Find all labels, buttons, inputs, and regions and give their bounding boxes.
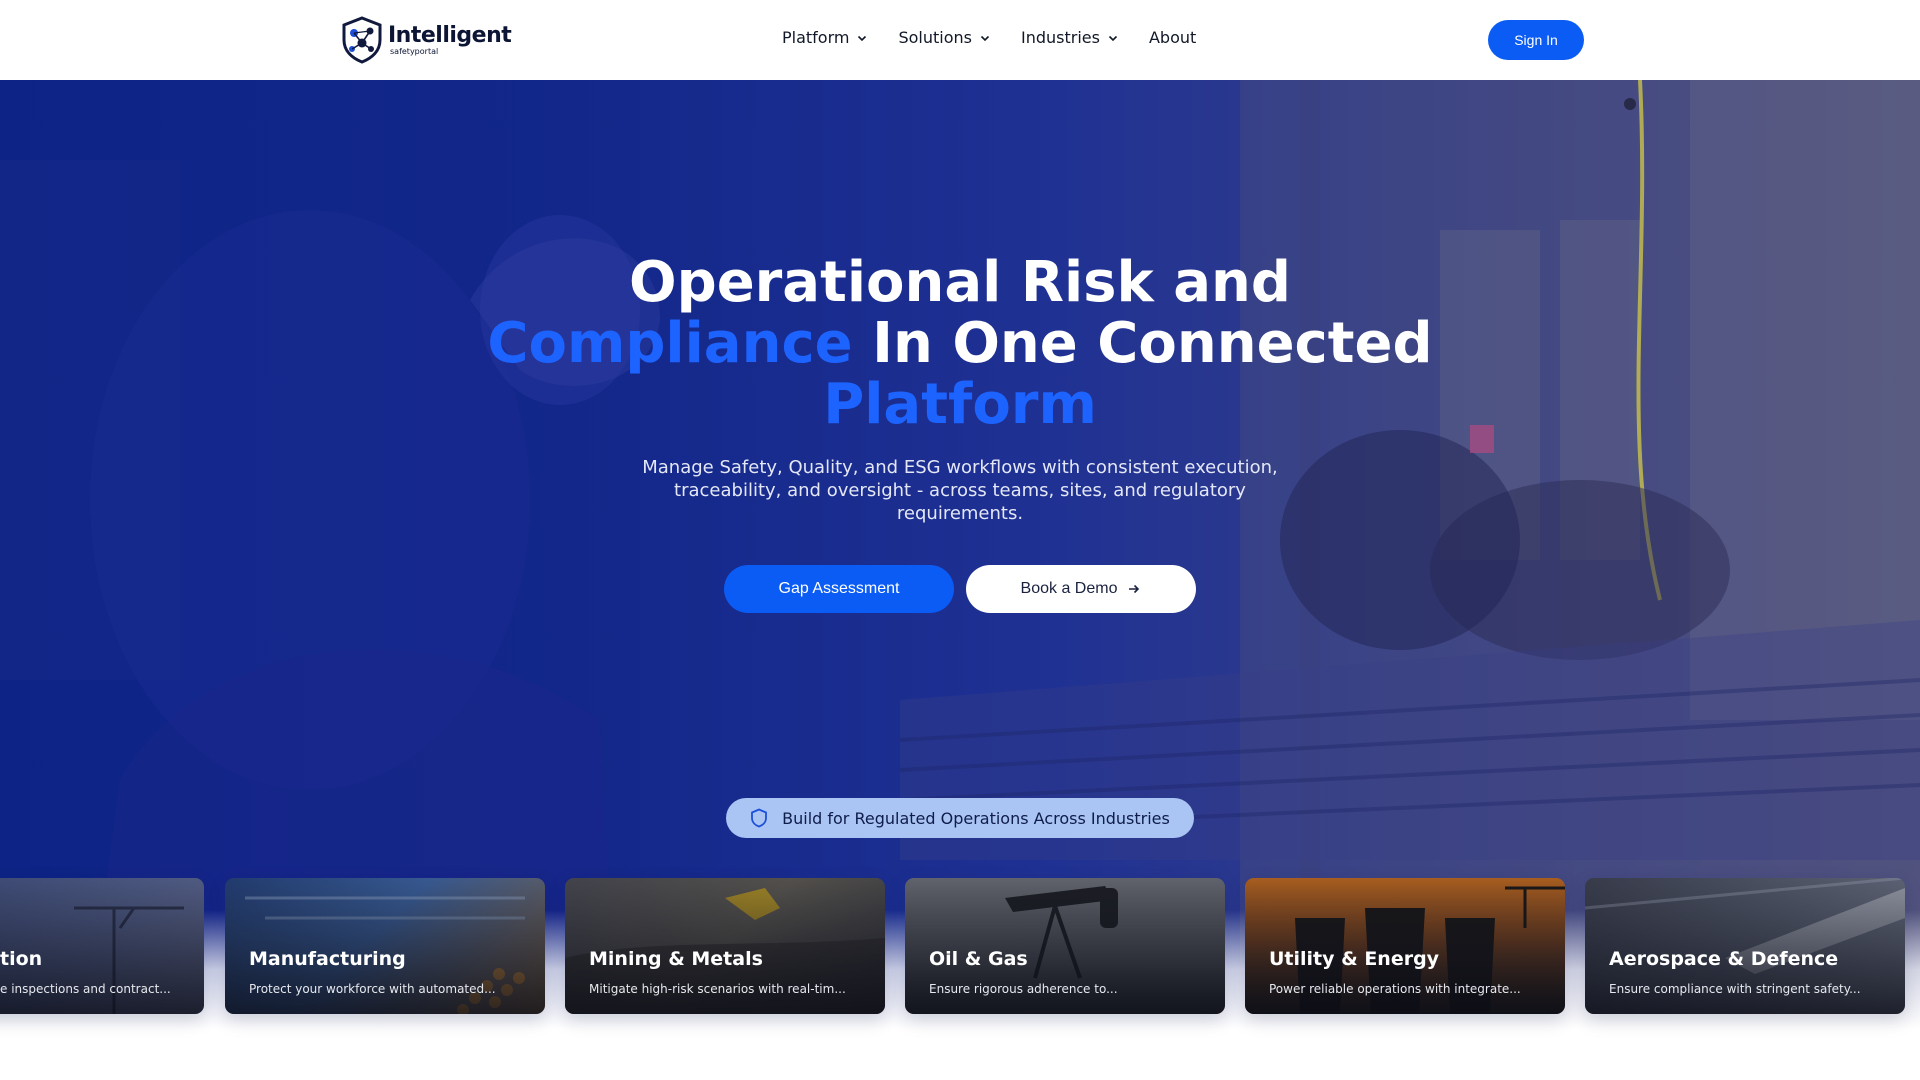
- headline-line2: In One Connected: [852, 311, 1433, 376]
- sign-in-button[interactable]: Sign In: [1488, 20, 1584, 60]
- industry-card-manufacturing[interactable]: Manufacturing Protect your workforce wit…: [225, 878, 545, 1014]
- card-description: Power reliable operations with integrate…: [1269, 982, 1521, 996]
- logo-subtitle: safetyportal: [390, 46, 439, 56]
- brand-logo[interactable]: Intelligent safetyportal: [340, 16, 512, 64]
- menu-item-label: Industries: [1021, 28, 1100, 47]
- card-description: Ensure rigorous adherence to...: [929, 982, 1118, 996]
- headline-line1: Operational Risk and: [629, 250, 1291, 315]
- shield-network-icon: [342, 16, 382, 64]
- card-title: Aerospace & Defence: [1609, 948, 1839, 970]
- card-description: Protect your workforce with automated...: [249, 982, 496, 996]
- headline-highlight-compliance: Compliance: [487, 311, 853, 376]
- menu-item-label: Platform: [782, 28, 850, 47]
- logo-wordmark: Intelligent safetyportal: [388, 22, 512, 56]
- card-description: Ensure compliance with stringent safety.…: [1609, 982, 1861, 996]
- card-description: e inspections and contract...: [0, 982, 171, 996]
- main-menu: Platform Solutions Industries About: [782, 28, 1226, 47]
- book-demo-label: Book a Demo: [1020, 580, 1118, 597]
- hero-subtext: Manage Safety, Quality, and ESG workflow…: [642, 457, 1278, 524]
- menu-item-label: About: [1148, 28, 1197, 47]
- chevron-down-icon: [1108, 35, 1118, 41]
- chevron-down-icon: [858, 35, 867, 41]
- menu-item-about[interactable]: About: [1149, 28, 1196, 47]
- menu-item-solutions[interactable]: Solutions: [898, 28, 991, 47]
- industry-card-utility-energy[interactable]: Utility & Energy Power reliable operatio…: [1245, 878, 1565, 1014]
- book-demo-button[interactable]: Book a Demo: [966, 565, 1196, 613]
- industry-card-oil-gas[interactable]: Oil & Gas Ensure rigorous adherence to..…: [905, 878, 1225, 1014]
- gap-assessment-button[interactable]: Gap Assessment: [724, 565, 954, 613]
- shield-icon: [751, 808, 768, 828]
- industry-card-aerospace-defence[interactable]: Aerospace & Defence Ensure compliance wi…: [1585, 878, 1905, 1014]
- menu-item-platform[interactable]: Platform: [782, 28, 868, 47]
- menu-item-label: Solutions: [898, 28, 972, 47]
- industries-badge: Build for Regulated Operations Across In…: [726, 798, 1194, 838]
- industry-card-mining-metals[interactable]: Mining & Metals Mitigate high-risk scena…: [565, 878, 885, 1014]
- card-description: Mitigate high-risk scenarios with real-t…: [589, 982, 846, 996]
- industry-carousel: tion e inspections and contract... Manuf…: [0, 878, 1920, 1014]
- card-title: Manufacturing: [249, 948, 406, 970]
- logo-name: Intelligent: [388, 22, 512, 48]
- card-title: Oil & Gas: [929, 948, 1028, 970]
- badge-text: Build for Regulated Operations Across In…: [782, 808, 1170, 828]
- arrow-right-icon: [1129, 584, 1140, 594]
- hero-headline: Operational Risk and Compliance In One C…: [360, 252, 1560, 435]
- headline-highlight-platform: Platform: [823, 372, 1097, 437]
- card-title: tion: [0, 948, 43, 970]
- industry-card-construction[interactable]: tion e inspections and contract...: [0, 878, 204, 1014]
- top-navbar: Intelligent safetyportal Platform Soluti…: [0, 0, 1920, 80]
- hero-section: Operational Risk and Compliance In One C…: [0, 80, 1920, 1080]
- chevron-down-icon: [980, 35, 990, 41]
- menu-item-industries[interactable]: Industries: [1021, 28, 1119, 47]
- card-title: Mining & Metals: [589, 948, 763, 970]
- card-title: Utility & Energy: [1269, 948, 1440, 970]
